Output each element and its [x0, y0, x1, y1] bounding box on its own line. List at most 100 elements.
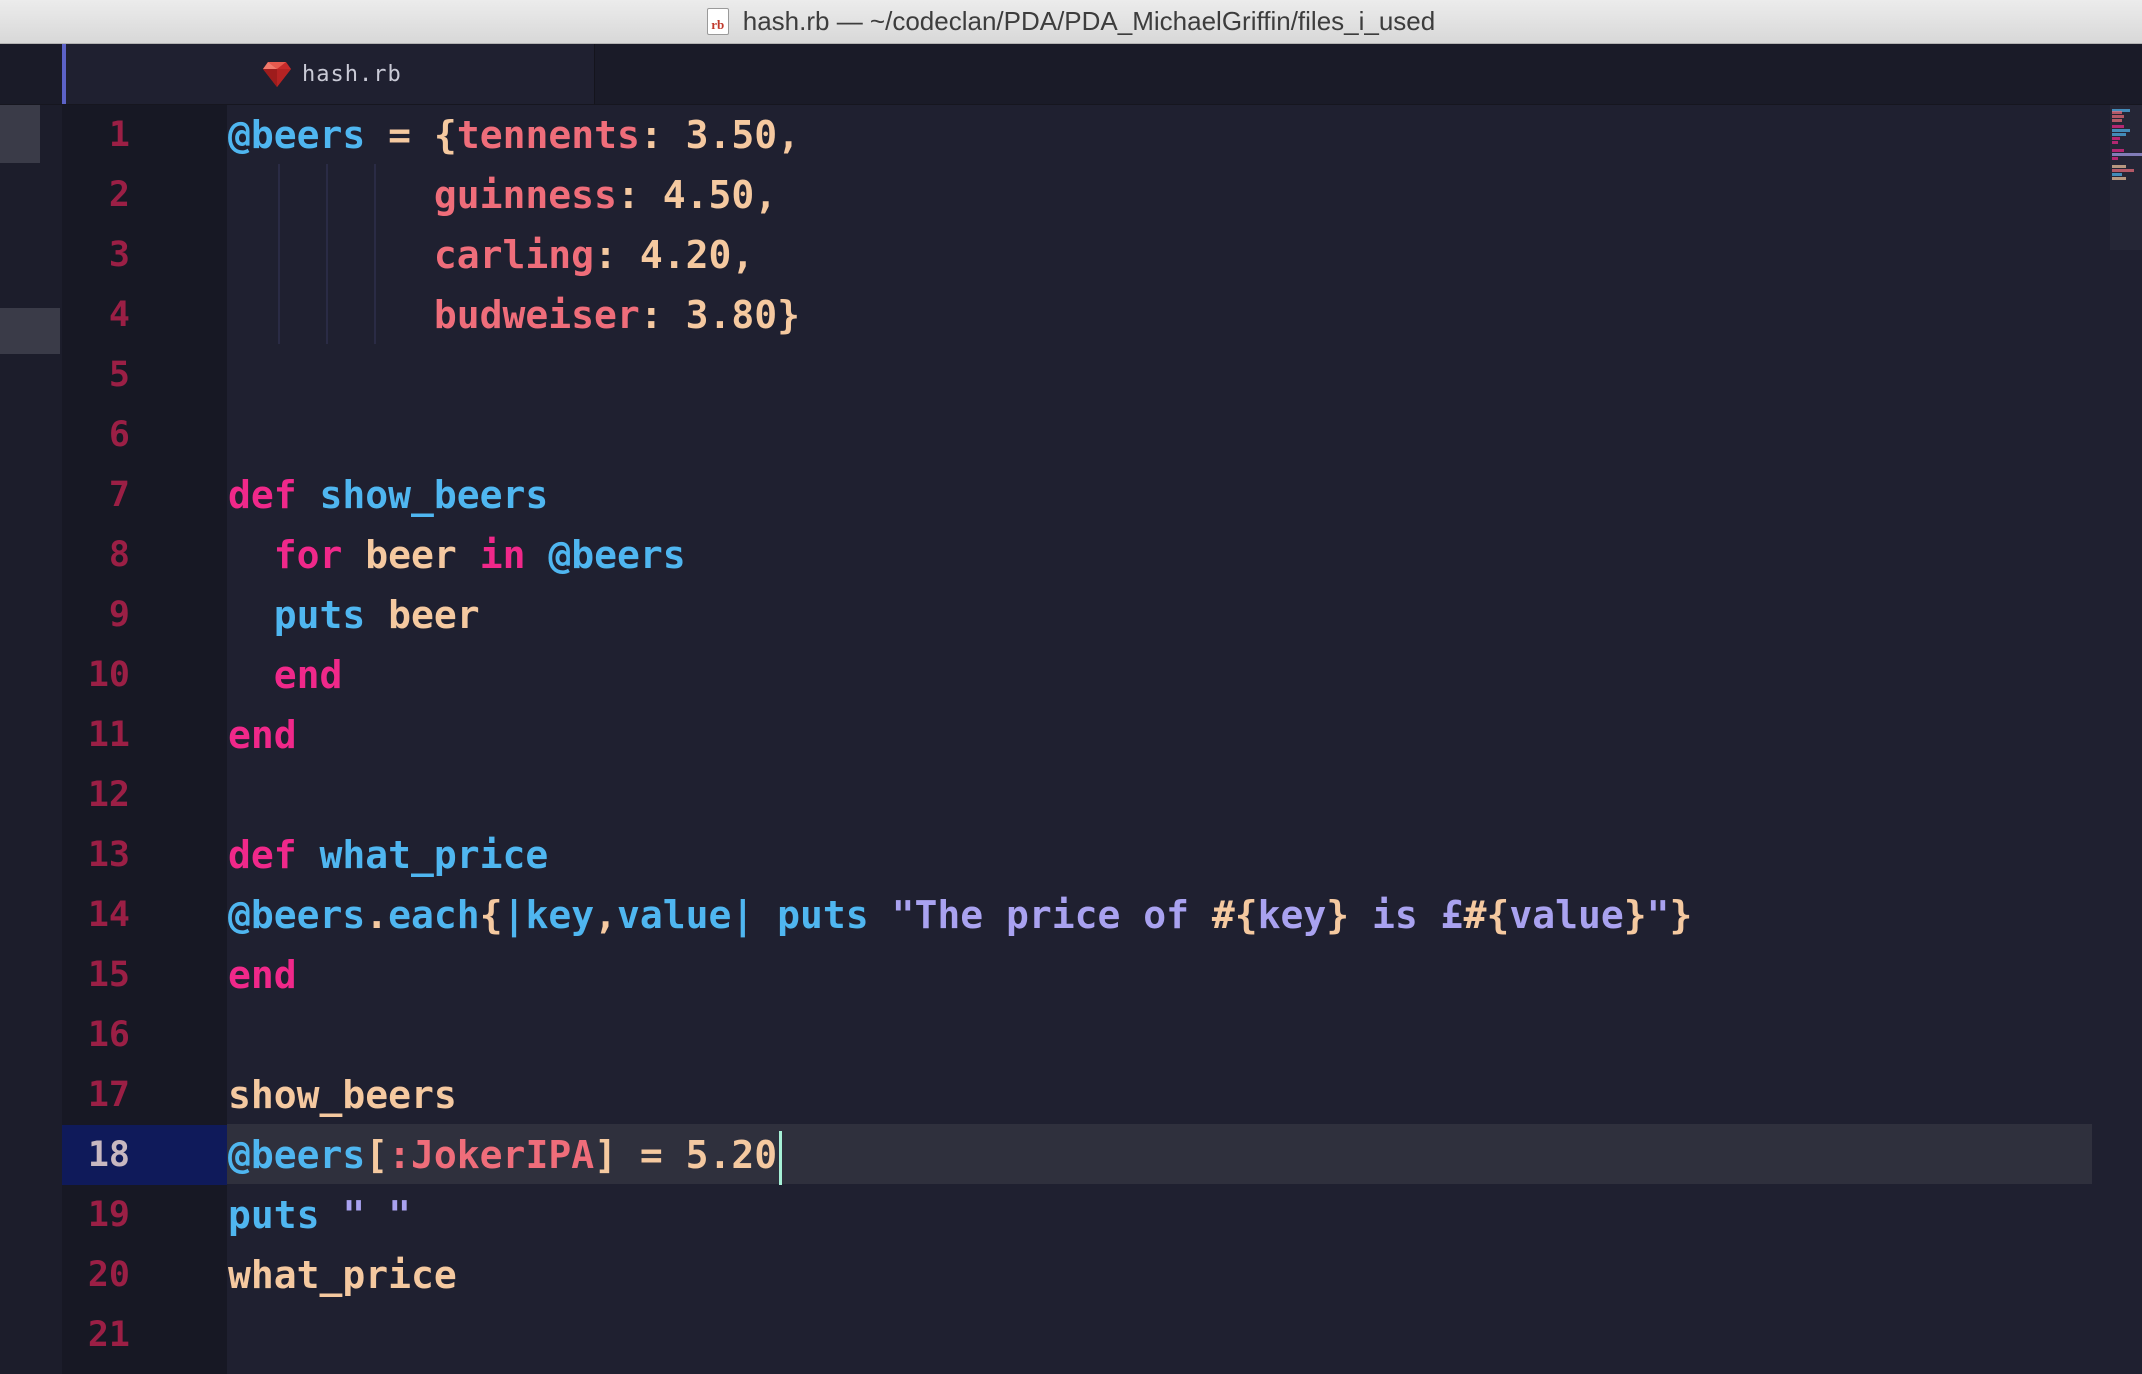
code-line[interactable]: budweiser: 3.80}	[228, 285, 800, 345]
code-line[interactable]: end	[228, 945, 297, 1005]
code-token: beer	[365, 593, 480, 637]
code-token: =	[616, 1133, 686, 1177]
code-line[interactable]: def show_beers	[228, 465, 548, 525]
line-number: 8	[108, 535, 130, 575]
minimap-line	[2112, 141, 2118, 144]
code-token: for	[273, 533, 343, 577]
code-line[interactable]: @beers = {tennents: 3.50,	[228, 105, 800, 165]
code-token: }	[1623, 893, 1647, 937]
code-token: }	[777, 293, 800, 337]
code-token: }	[1326, 893, 1350, 937]
line-number: 13	[87, 835, 130, 875]
ruby-icon	[263, 62, 291, 87]
window-title: hash.rb — ~/codeclan/PDA/PDA_MichaelGrif…	[742, 6, 1436, 36]
minimap-line	[2112, 133, 2126, 136]
code-line[interactable]: def what_price	[228, 825, 548, 885]
code-token: puts	[228, 1193, 320, 1237]
code-line[interactable]: puts " "	[228, 1185, 411, 1245]
code-token: " "	[342, 1193, 412, 1237]
code-token: "The price of	[891, 893, 1212, 937]
code-token: ,	[731, 233, 755, 277]
code-token: show_beers	[228, 1073, 457, 1117]
line-number: 3	[108, 235, 130, 275]
code-token: end	[228, 953, 297, 997]
code-token: {	[479, 893, 503, 937]
line-number: 15	[87, 955, 130, 995]
edge-marker	[0, 308, 60, 354]
code-line[interactable]: @beers[:JokerIPA] = 5.20	[228, 1125, 783, 1185]
line-number: 9	[108, 595, 130, 635]
minimap-line	[2112, 169, 2134, 172]
line-number: 21	[87, 1315, 130, 1355]
code-token: |	[502, 893, 526, 937]
code-token: ,	[777, 113, 801, 157]
code-token: 5.20	[685, 1133, 778, 1177]
tab-bar: hash.rb	[0, 44, 2142, 105]
window-title-bar: rb hash.rb — ~/codeclan/PDA/PDA_MichaelG…	[0, 0, 2142, 44]
code-token: what_price	[319, 833, 549, 877]
code-token: @beers	[228, 113, 366, 157]
code-line[interactable]: guinness: 4.50,	[228, 165, 777, 225]
text-cursor	[779, 1130, 783, 1185]
code-token: end	[273, 653, 343, 697]
minimap-line	[2112, 165, 2126, 168]
code-token: key	[1257, 893, 1327, 937]
code-token: :	[639, 113, 686, 157]
minimap[interactable]	[2110, 105, 2142, 250]
code-token: #{	[1463, 893, 1510, 937]
code-token: ]	[594, 1133, 617, 1177]
tab-hash-rb[interactable]: hash.rb	[62, 44, 595, 104]
line-number: 5	[108, 355, 130, 395]
code-token: :	[639, 293, 686, 337]
code-token: "	[1646, 893, 1670, 937]
code-line[interactable]: what_price	[228, 1245, 457, 1305]
line-number: 1	[108, 115, 130, 155]
code-line[interactable]: carling: 4.20,	[228, 225, 754, 285]
code-line[interactable]: end	[228, 645, 343, 705]
minimap-line	[2112, 125, 2124, 128]
code-token: .	[365, 893, 389, 937]
code-token: :JokerIPA	[388, 1133, 595, 1177]
code-token: budweiser	[433, 293, 640, 337]
code-token: key	[525, 893, 595, 937]
minimap-line	[2112, 137, 2120, 140]
line-number: 18	[62, 1125, 227, 1185]
code-token: {	[433, 113, 457, 157]
code-token: is £	[1349, 893, 1464, 937]
line-number: 17	[87, 1075, 130, 1115]
minimap-line	[2112, 115, 2124, 118]
line-number: 12	[87, 775, 130, 815]
ruby-document-icon: rb	[706, 8, 729, 35]
code-token: show_beers	[319, 473, 549, 517]
code-token: :	[594, 233, 640, 277]
code-line[interactable]: @beers.each{|key,value| puts "The price …	[228, 885, 1692, 945]
code-token: beer	[342, 533, 480, 577]
minimap-line	[2112, 119, 2122, 122]
code-line[interactable]: show_beers	[228, 1065, 457, 1125]
line-number: 16	[87, 1015, 130, 1055]
code-token: 4.50	[662, 173, 755, 217]
code-token: in	[479, 533, 526, 577]
code-token: puts	[273, 593, 366, 637]
code-token: value	[617, 893, 732, 937]
code-line[interactable]: puts beer	[228, 585, 480, 645]
minimap-line	[2112, 111, 2122, 114]
code-line[interactable]: for beer in @beers	[228, 525, 686, 585]
line-number: 10	[87, 655, 130, 695]
minimap-line	[2112, 177, 2126, 180]
line-number: 14	[87, 895, 130, 935]
code-token: tennents	[456, 113, 640, 157]
code-token: carling	[433, 233, 595, 277]
tab-label: hash.rb	[302, 61, 402, 87]
code-token: }	[1669, 893, 1693, 937]
line-number: 2	[108, 175, 130, 215]
code-line[interactable]: end	[228, 705, 297, 765]
